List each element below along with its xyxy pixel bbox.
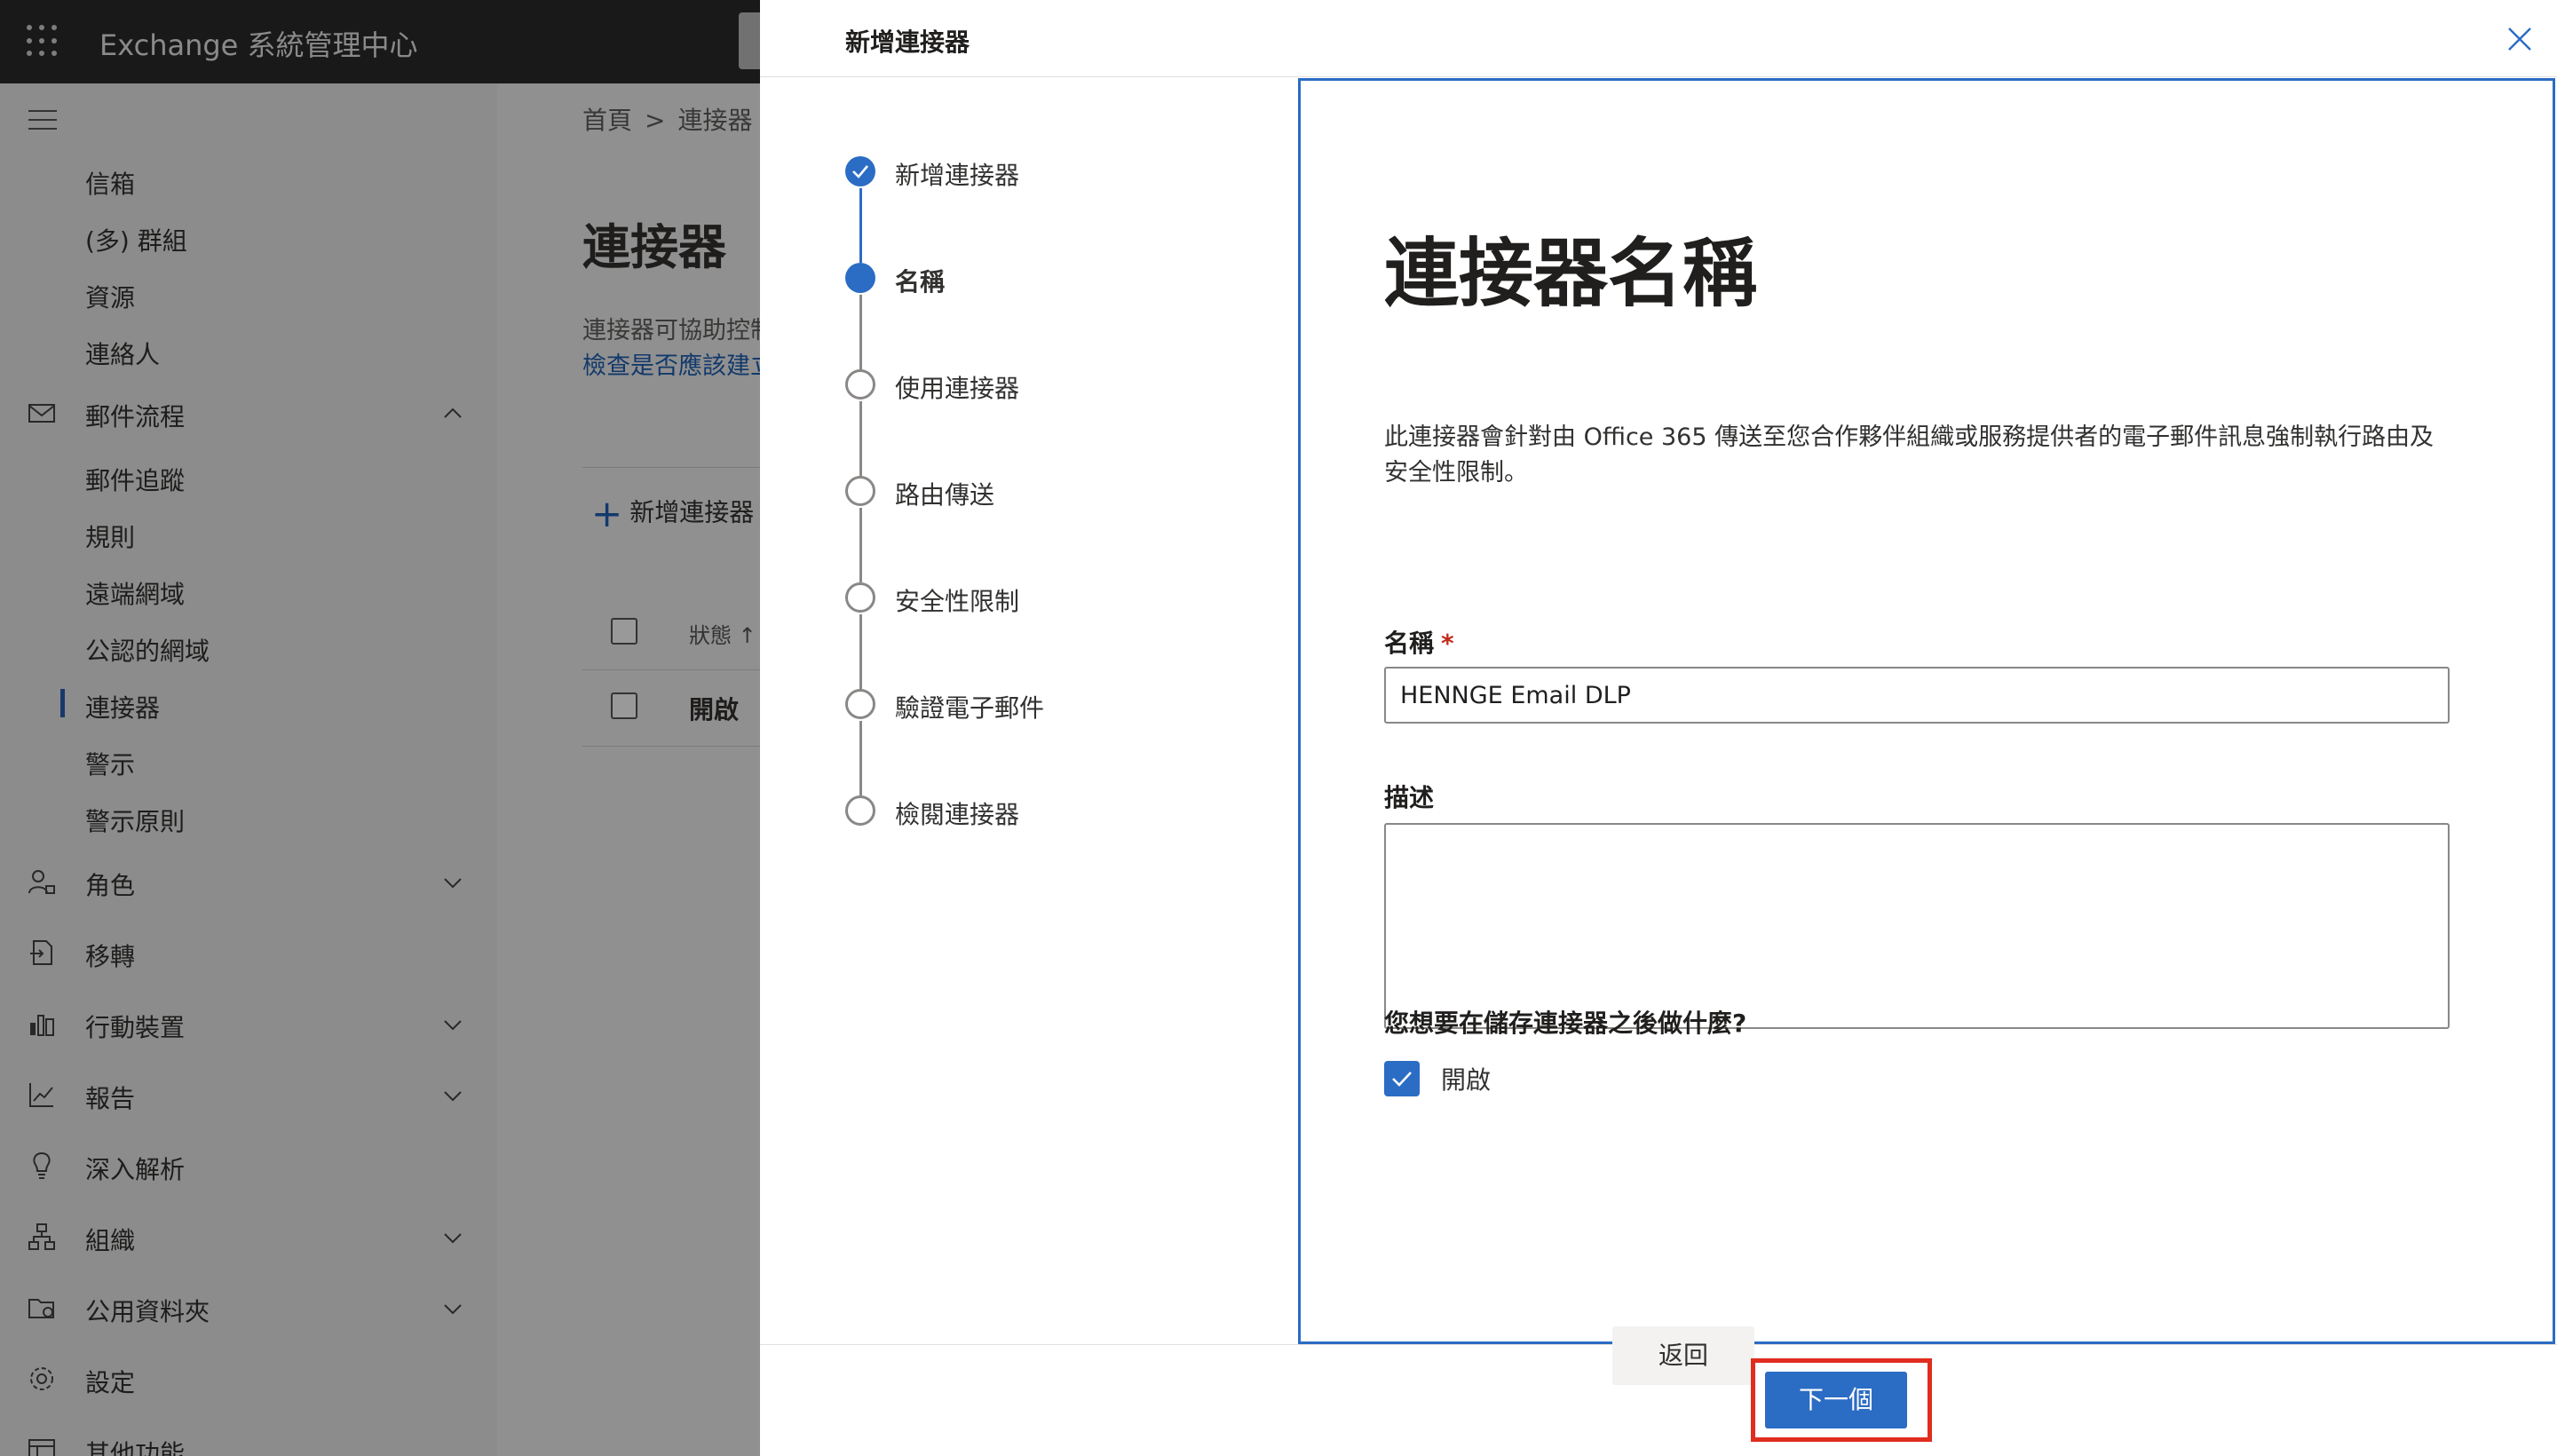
required-mark: * [1441,629,1454,658]
turn-on-checkbox-label: 開啟 [1441,1065,1492,1095]
back-button[interactable]: 返回 [1612,1326,1754,1385]
wizard-step: 新增連接器 [845,156,1289,192]
step-label: 驗證電子郵件 [895,693,1045,723]
description-field-label: 描述 [1384,783,1435,812]
add-connector-panel: 新增連接器 新增連接器名稱使用連接器路由傳送安全性限制驗證電子郵件 檢閱連接器 連… [760,0,2557,1456]
step-label: 使用連接器 [895,374,1020,403]
wizard-step: 驗證電子郵件 [845,689,1289,724]
name-field-label: 名稱 * [1384,629,1454,658]
step-connector-line [859,721,862,795]
step-connector-line [859,295,862,369]
step-connector-line [859,188,862,263]
step-done-icon [845,156,875,186]
step-pending-icon [845,795,875,826]
wizard-steps: 新增連接器名稱使用連接器路由傳送安全性限制驗證電子郵件 檢閱連接器 [760,0,1298,1341]
step-label: 新增連接器 [895,161,1020,190]
description-textarea[interactable] [1384,823,2450,1029]
form-description: 此連接器會針對由 Office 365 傳送至您合作夥伴組織或服務提供者的電子郵… [1384,423,2434,487]
wizard-step: 使用連接器 [845,369,1289,405]
step-pending-icon [845,369,875,400]
wizard-step: 檢閱連接器 [845,795,1289,831]
step-pending-icon [845,689,875,719]
wizard-step: 名稱 [845,263,1289,298]
step-label: 安全性限制 [895,587,1020,616]
step-label: 檢閱連接器 [895,800,1020,829]
modal-overlay[interactable] [0,0,760,1456]
step-label: 名稱 [895,267,946,297]
step-current-icon [845,263,875,293]
step-connector-line [859,614,862,689]
wizard-step: 安全性限制 [845,582,1289,618]
step-pending-icon [845,476,875,506]
step-label: 路由傳送 [895,480,995,510]
step-connector-line [859,401,862,476]
form-heading: 連接器名稱 [1384,230,1758,317]
close-icon[interactable] [2506,25,2534,53]
turn-on-checkbox[interactable] [1384,1061,1420,1096]
after-save-question: 您想要在儲存連接器之後做什麼? [1384,1009,1747,1038]
step-connector-line [859,508,862,582]
step-pending-icon [845,582,875,613]
next-button[interactable]: 下一個 [1765,1372,1907,1428]
wizard-step: 路由傳送 [845,476,1289,511]
checkmark-icon [1392,1072,1412,1087]
form-area: 連接器名稱 此連接器會針對由 Office 365 傳送至您合作夥伴組織或服務提… [1298,78,2555,1344]
name-input[interactable] [1384,667,2450,724]
